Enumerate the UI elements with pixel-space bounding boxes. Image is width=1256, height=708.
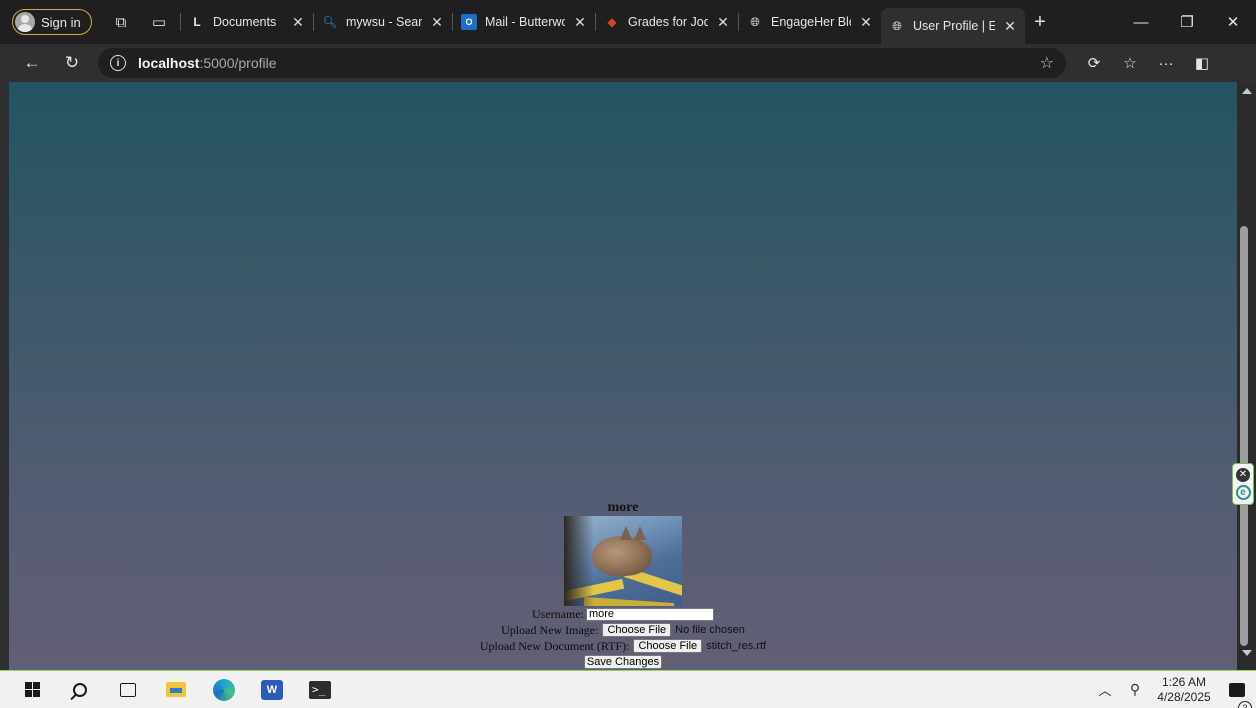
floating-extension-widget[interactable]: ✕ e <box>1232 463 1254 505</box>
more-options-icon[interactable]: ··· <box>1148 55 1184 72</box>
save-row: Save Changes <box>9 654 1237 670</box>
username-row: Username: <box>9 606 1237 622</box>
profile-picture <box>564 516 682 606</box>
show-hidden-icons-chevron-icon[interactable]: ︿ <box>1090 680 1120 699</box>
choose-document-button[interactable]: Choose File <box>633 639 703 653</box>
close-tab-icon[interactable]: ✕ <box>716 14 730 31</box>
system-tray: ︿ ⚲ 1:26 AM 4/28/2025 3 <box>1090 671 1256 708</box>
workspaces-icon[interactable]: ⧉ <box>106 7 136 37</box>
tab-user-profile[interactable]: 🌐︎ User Profile | En ✕ <box>881 8 1025 44</box>
clock[interactable]: 1:26 AM 4/28/2025 <box>1150 675 1218 705</box>
back-arrow-icon[interactable]: ← <box>12 53 52 73</box>
scroll-up-icon[interactable] <box>1242 88 1252 94</box>
tab-label: Grades for Jodie <box>628 15 708 29</box>
tab-mywsu-search[interactable]: 🔍︎ mywsu - Search ✕ <box>314 6 452 38</box>
tab-engageher-blog[interactable]: 🌐︎ EngageHer Blog ✕ <box>739 6 881 38</box>
start-windows-icon[interactable] <box>8 671 56 708</box>
close-tab-icon[interactable]: ✕ <box>1003 18 1017 35</box>
username-input[interactable] <box>585 607 714 621</box>
site-info-icon[interactable]: i <box>110 55 126 71</box>
terminal-icon[interactable]: >_ <box>296 671 344 708</box>
image-upload-row: Upload New Image: Choose File No file ch… <box>9 622 1237 638</box>
favorites-icon[interactable]: ☆ <box>1112 54 1148 72</box>
edge-browser-icon[interactable] <box>200 671 248 708</box>
tab-documents[interactable]: L Documents ✕ <box>181 6 313 38</box>
outlook-favicon-icon: O <box>461 14 477 30</box>
search-icon[interactable] <box>56 671 104 708</box>
file-explorer-icon[interactable] <box>152 671 200 708</box>
address-bar[interactable]: i localhost:5000/profile ☆ <box>98 48 1066 78</box>
document-file-status: stitch_res.rtf <box>706 640 767 652</box>
profile-name: more <box>607 500 639 515</box>
network-icon[interactable]: ⚲ <box>1120 681 1150 698</box>
page-viewport: more Username: Upload New Image: Choose … <box>9 82 1237 670</box>
avatar-icon <box>15 12 35 32</box>
close-tab-icon[interactable]: ✕ <box>573 14 587 31</box>
tab-label: Mail - Butterwor <box>485 15 565 29</box>
minimize-icon[interactable]: — <box>1118 14 1164 31</box>
extension-e-icon[interactable]: e <box>1235 485 1251 501</box>
choose-image-button[interactable]: Choose File <box>602 623 672 637</box>
refresh-icon[interactable]: ↻ <box>52 53 92 73</box>
url-host: localhost <box>138 55 200 71</box>
url-path: :5000/profile <box>199 55 277 71</box>
browser-tab-bar: Sign in ⧉ ▭ L Documents ✕ 🔍︎ mywsu - Sea… <box>0 0 1256 44</box>
windows-taskbar: W >_ ︿ ⚲ 1:26 AM 4/28/2025 3 <box>0 670 1256 708</box>
notification-count-badge: 3 <box>1238 700 1252 708</box>
favorite-star-icon[interactable]: ☆ <box>1040 53 1054 73</box>
sign-in-button[interactable]: Sign in <box>12 9 92 35</box>
extensions-icon[interactable]: ⟳ <box>1076 54 1112 72</box>
tab-actions-icon[interactable]: ▭ <box>144 7 174 37</box>
close-tab-icon[interactable]: ✕ <box>291 14 305 31</box>
tab-label: Documents <box>213 15 277 29</box>
restore-icon[interactable]: ❐ <box>1164 13 1210 31</box>
documents-favicon-icon: L <box>193 15 201 29</box>
tab-label: mywsu - Search <box>346 15 422 29</box>
close-window-icon[interactable]: ✕ <box>1210 13 1256 31</box>
clock-time: 1:26 AM <box>1161 674 1207 689</box>
word-icon[interactable]: W <box>248 671 296 708</box>
image-upload-label: Upload New Image: <box>501 623 599 637</box>
search-favicon-icon: 🔍︎ <box>322 15 338 29</box>
tab-label: EngageHer Blog <box>771 15 851 29</box>
close-tab-icon[interactable]: ✕ <box>430 14 444 31</box>
browser-toolbar: ← ↻ i localhost:5000/profile ☆ ⟳ ☆ ··· ◧ <box>0 44 1256 82</box>
task-view-icon[interactable] <box>104 671 152 708</box>
tab-mail[interactable]: O Mail - Butterwor ✕ <box>453 6 595 38</box>
username-label: Username: <box>532 607 584 621</box>
viewport-frame <box>0 82 9 670</box>
clock-date: 4/28/2025 <box>1157 689 1211 704</box>
new-tab-icon[interactable]: + <box>1025 11 1055 34</box>
document-upload-label: Upload New Document (RTF): <box>479 639 630 653</box>
tab-label: User Profile | En <box>913 19 995 33</box>
close-tab-icon[interactable]: ✕ <box>859 14 873 31</box>
globe-icon: 🌐︎ <box>892 18 902 33</box>
globe-icon: 🌐︎ <box>750 14 760 29</box>
page-scrollbar[interactable] <box>1237 82 1256 670</box>
sidebar-toggle-icon[interactable]: ◧ <box>1184 54 1220 72</box>
scrollbar-thumb[interactable] <box>1240 226 1248 646</box>
image-file-status: No file chosen <box>675 624 745 636</box>
sign-in-label: Sign in <box>41 14 81 30</box>
scroll-down-icon[interactable] <box>1242 650 1252 656</box>
tab-grades[interactable]: ◆ Grades for Jodie ✕ <box>596 6 738 38</box>
canvas-favicon-icon: ◆ <box>607 15 617 29</box>
document-upload-row: Upload New Document (RTF): Choose File s… <box>9 638 1237 654</box>
save-changes-button[interactable]: Save Changes <box>583 655 663 669</box>
notification-center-icon[interactable]: 3 <box>1218 682 1256 708</box>
profile-section: more Username: Upload New Image: Choose … <box>9 500 1237 670</box>
close-icon[interactable]: ✕ <box>1236 467 1250 482</box>
